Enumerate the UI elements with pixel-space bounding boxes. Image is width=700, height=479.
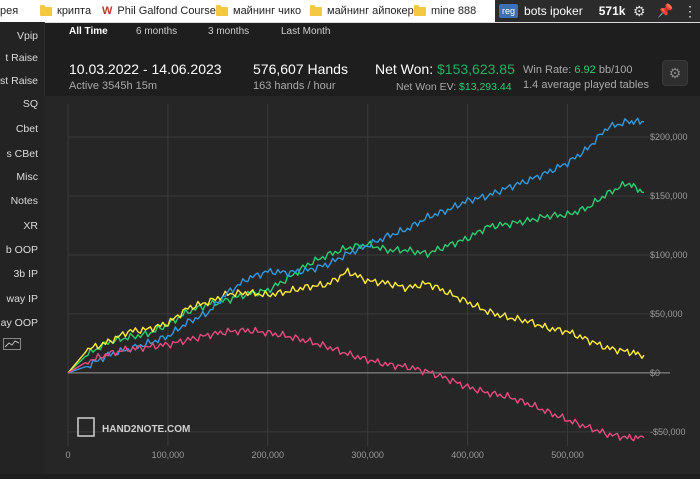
sidebar-item-1st-raise[interactable]: 1st Raise (0, 75, 38, 87)
x-tick-label: 100,000 (152, 450, 185, 460)
extension-count: 571k (598, 4, 626, 18)
hand2note-logo-icon (77, 417, 95, 437)
net-won-ev-label: Net Won EV: (396, 81, 457, 93)
y-tick-label: $150,000 (650, 191, 688, 201)
win-rate-label: Win Rate: (523, 64, 572, 76)
bookmark-link[interactable]: W Phil Galfond Course... (102, 0, 225, 22)
y-tick-label: $100,000 (650, 250, 688, 260)
tab-3-months[interactable]: 3 months (208, 26, 249, 37)
chart-area: 0 100,000 200,000 300,000 400,000 500,000 -$50… (44, 96, 700, 474)
win-rate-value: 6.92 (574, 64, 596, 76)
sidebar-item-3way-oop[interactable]: ay OOP (1, 317, 38, 329)
stats-header: 10.03.2022 - 14.06.2023 Active 3545h 15m… (44, 44, 700, 96)
x-tick-label: 300,000 (351, 450, 384, 460)
extension-name: bots ipoker (524, 4, 583, 18)
sidebar-item-notes[interactable]: Notes (11, 195, 38, 207)
average-tables: 1.4 average played tables (523, 79, 649, 91)
extension-bar: reg bots ipoker 571k ⚙ 📌 ⋮ (495, 0, 700, 22)
bookmark-folder[interactable]: майнинг чико (216, 0, 301, 22)
winnings-line-chart: 0 100,000 200,000 300,000 400,000 500,000 -$50… (65, 104, 688, 460)
sidebar-item-3b-ip[interactable]: 3b IP (13, 268, 38, 280)
y-tick-label: $50,000 (650, 309, 683, 319)
sidebar-item-sq[interactable]: SQ (23, 98, 38, 110)
bookmark-label: Phil Galfond Course... (117, 5, 226, 17)
w-logo-icon: W (102, 5, 113, 17)
folder-icon (40, 4, 52, 16)
bookmark-folder[interactable]: крипта (40, 0, 91, 22)
folder-icon (216, 4, 228, 16)
x-tick-label: 400,000 (451, 450, 484, 460)
win-rate: Win Rate: 6.92 bb/100 (523, 64, 633, 76)
tab-all-time[interactable]: All Time (69, 26, 108, 37)
tab-last-month[interactable]: Last Month (281, 26, 330, 37)
x-tick-label: 500,000 (551, 450, 584, 460)
y-tick-label: -$50,000 (650, 427, 686, 437)
bookmark-folder[interactable]: рея (0, 0, 18, 22)
sidebar-item-3b-oop[interactable]: b OOP (6, 244, 38, 256)
sidebar-item-cbet[interactable]: Cbet (16, 123, 38, 135)
net-won-ev-value: $13,293.44 (459, 81, 512, 93)
sidebar-item-vpip[interactable]: Vpip (17, 30, 38, 42)
more-icon[interactable]: ⋮ (683, 3, 697, 20)
series-line-net-won (67, 180, 645, 374)
net-won-value: $153,623.85 (437, 61, 515, 77)
win-rate-unit: bb/100 (598, 64, 633, 76)
bookmark-label: рея (0, 5, 19, 17)
bookmark-label: майнинг айпокер (327, 5, 414, 17)
date-range: 10.03.2022 - 14.06.2023 (69, 61, 222, 77)
folder-icon (414, 4, 426, 16)
sidebar-item-misc[interactable]: Misc (16, 171, 38, 183)
sidebar-item-first-raise[interactable]: t Raise (5, 52, 38, 64)
sidebar: Vpip t Raise 1st Raise SQ Cbet s CBet Mi… (0, 22, 45, 474)
active-time: Active 3545h 15m (69, 80, 158, 92)
bookmark-label: майнинг чико (233, 5, 302, 17)
time-range-tabs: All Time 6 months 3 months Last Month (44, 22, 700, 44)
bookmark-folder[interactable]: mine 888 (414, 0, 476, 22)
net-won: Net Won: $153,623.85 (375, 61, 515, 77)
gear-icon[interactable]: ⚙ (633, 3, 646, 20)
y-tick-label: $0 (650, 368, 660, 378)
chart-settings-gear-icon[interactable]: ⚙ (662, 60, 688, 86)
net-won-ev: Net Won EV: $13,293.44 (396, 81, 512, 93)
x-tick-label: 200,000 (252, 450, 285, 460)
hands-count: 576,607 Hands (253, 61, 348, 77)
bookmarks-bar: рея крипта W Phil Galfond Course... майни… (0, 0, 700, 23)
bookmark-label: крипта (57, 5, 92, 17)
folder-icon (310, 4, 322, 16)
line-chart-icon[interactable] (3, 338, 21, 350)
tab-6-months[interactable]: 6 months (136, 26, 177, 37)
hands-rate: 163 hands / hour (253, 80, 336, 92)
sidebar-item-xr[interactable]: XR (23, 220, 38, 232)
reg-badge[interactable]: reg (499, 4, 519, 18)
pin-icon[interactable]: 📌 (657, 3, 673, 19)
sidebar-item-vs-cbet[interactable]: s CBet (6, 148, 38, 160)
sidebar-item-3way-ip[interactable]: way IP (6, 293, 38, 305)
net-won-label: Net Won: (375, 61, 434, 77)
series-line-showdown-won (67, 117, 645, 374)
x-tick-label: 0 (65, 450, 70, 460)
bookmark-folder[interactable]: майнинг айпокер (310, 0, 414, 22)
y-tick-label: $200,000 (650, 132, 688, 142)
watermark-text: HAND2NOTE.COM (102, 424, 190, 435)
bookmark-label: mine 888 (431, 5, 477, 17)
